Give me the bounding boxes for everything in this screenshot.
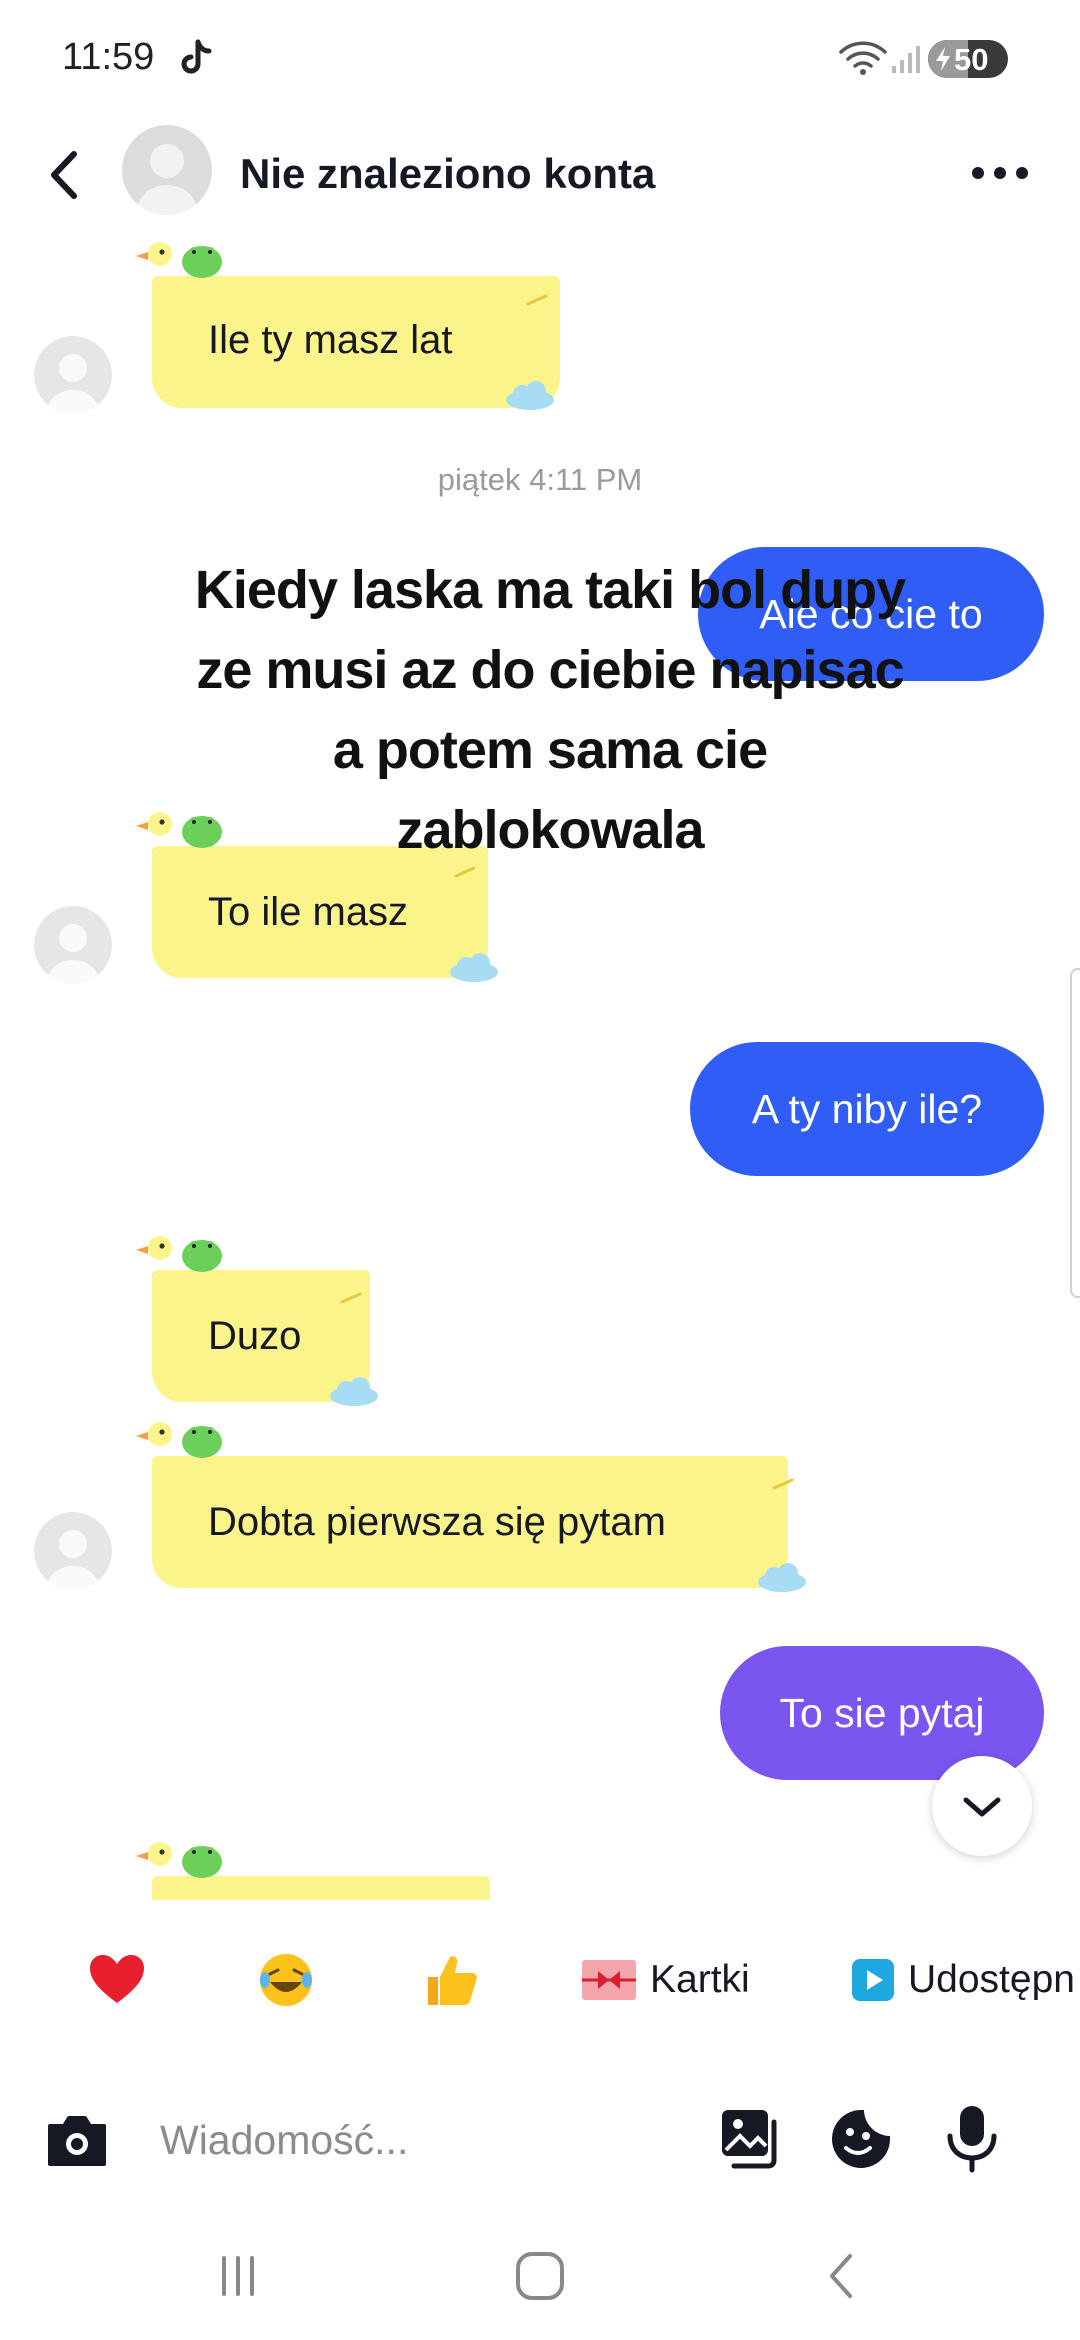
default-avatar-icon xyxy=(137,144,197,215)
sent-message-bubble[interactable]: A ty niby ile? xyxy=(690,1042,1044,1176)
microphone-icon[interactable] xyxy=(944,2102,1000,2174)
system-navigation-bar xyxy=(0,2210,1080,2340)
contact-name[interactable]: Nie znaleziono konta xyxy=(240,150,655,198)
share-button[interactable]: Udostępn xyxy=(850,1935,1075,2025)
bubble-tail-icon xyxy=(340,1292,362,1304)
contact-avatar[interactable] xyxy=(122,125,212,215)
thumbs-up-reaction-button[interactable] xyxy=(424,1935,480,2025)
tiktok-icon xyxy=(181,39,212,74)
message-text: Dobta pierwsza się pytam xyxy=(208,1500,666,1544)
chat-area[interactable]: Ile ty masz lat piątek 4:11 PM Ale co ci… xyxy=(0,240,1080,1900)
battery-indicator: 50 xyxy=(928,40,1008,78)
signal-icon xyxy=(892,46,920,73)
default-avatar-icon xyxy=(47,354,99,414)
sticker-emoji-icon[interactable] xyxy=(828,2106,894,2172)
cloud-sticker-icon xyxy=(506,381,554,410)
battery-percent: 50 xyxy=(954,42,989,77)
sender-avatar[interactable] xyxy=(34,1512,112,1590)
heart-icon xyxy=(90,1955,144,2003)
message-text: Ile ty masz lat xyxy=(208,318,453,362)
duck-sticker-icon xyxy=(136,1422,222,1458)
quick-reactions-bar: Kartki Udostępn xyxy=(0,1935,1080,2025)
default-avatar-icon xyxy=(47,1530,99,1590)
home-icon[interactable] xyxy=(510,2246,570,2306)
back-nav-icon[interactable] xyxy=(812,2246,872,2306)
message-text: A ty niby ile? xyxy=(751,1086,983,1132)
bubble-tail-icon xyxy=(526,294,548,306)
heart-reaction-button[interactable] xyxy=(88,1935,146,2025)
duck-sticker-icon xyxy=(136,242,222,278)
overlay-caption: Kiedy laska ma taki bol dupy ze musi az … xyxy=(194,560,906,860)
scrollbar[interactable] xyxy=(1070,968,1080,1298)
message-text: To sie pytaj xyxy=(779,1690,985,1736)
cloud-sticker-icon xyxy=(758,1563,806,1592)
duck-sticker-icon xyxy=(136,1236,222,1272)
gift-card-icon xyxy=(582,1960,636,2000)
gallery-icon[interactable] xyxy=(718,2106,782,2172)
cloud-sticker-icon xyxy=(330,1377,378,1406)
laughing-icon xyxy=(260,1954,312,2006)
thumbs-up-icon xyxy=(428,1956,477,2005)
cards-button[interactable]: Kartki xyxy=(580,1935,750,2025)
message-text: To ile masz xyxy=(208,890,409,934)
status-time: 11:59 xyxy=(62,36,155,78)
received-message-bubble[interactable]: Dobta pierwsza się pytam xyxy=(152,1456,788,1588)
wifi-icon xyxy=(839,41,887,75)
laughing-reaction-button[interactable] xyxy=(256,1935,316,2025)
camera-icon[interactable] xyxy=(44,2108,110,2172)
sender-avatar[interactable] xyxy=(34,906,112,984)
back-arrow-icon[interactable] xyxy=(36,142,96,208)
message-input[interactable] xyxy=(160,2100,700,2180)
message-text: Duzo xyxy=(208,1314,302,1358)
recent-apps-icon[interactable] xyxy=(208,2246,268,2306)
default-avatar-icon xyxy=(47,924,99,984)
cards-label: Kartki xyxy=(650,1958,750,2001)
message-input-bar xyxy=(0,2070,1080,2210)
bubble-tail-icon xyxy=(772,1478,794,1490)
charging-bolt-icon xyxy=(936,47,950,71)
status-bar: 11:59 50 xyxy=(0,0,1080,110)
duck-sticker-icon xyxy=(136,1842,222,1878)
sender-avatar[interactable] xyxy=(34,336,112,414)
share-play-icon xyxy=(852,1959,894,2001)
chat-header: Nie znaleziono konta xyxy=(0,110,1080,240)
message-timestamp: piątek 4:11 PM xyxy=(437,462,643,497)
share-label: Udostępn xyxy=(908,1958,1075,2001)
cloud-sticker-icon xyxy=(450,953,498,982)
scroll-to-bottom-button[interactable] xyxy=(932,1756,1032,1856)
more-options-icon[interactable] xyxy=(960,150,1040,196)
